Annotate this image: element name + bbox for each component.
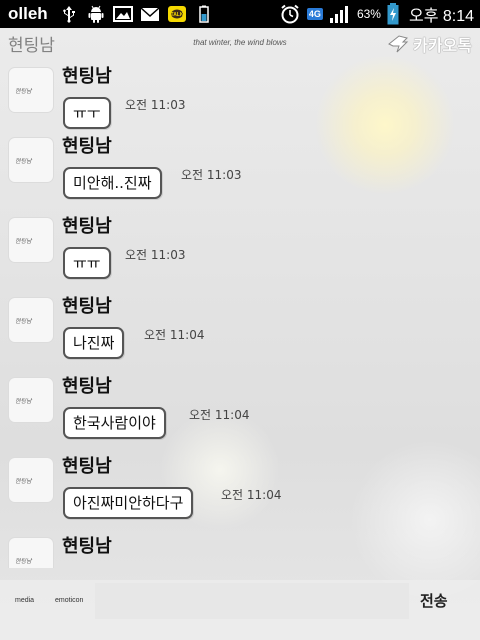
alarm-clock-icon — [281, 4, 299, 24]
avatar-signature: 현팅남 — [15, 398, 32, 405]
message-item: 현팅남 현팅남 나진짜 오전 11:04 — [0, 296, 480, 378]
usb-icon — [63, 6, 75, 23]
avatar[interactable]: 현팅남 — [9, 378, 53, 422]
sender-name: 현팅남 — [62, 296, 112, 317]
message-time: 오전 11:04 — [144, 328, 205, 342]
emoticon-button[interactable]: emoticon — [55, 597, 83, 604]
avatar[interactable]: 현팅남 — [9, 458, 53, 502]
message-item: 현팅남 현팅남 미안해..진짜 오전 11:03 — [0, 136, 480, 218]
message-time: 오전 11:03 — [181, 168, 242, 182]
sender-name: 현팅남 — [62, 216, 112, 237]
avatar[interactable]: 현팅남 — [9, 138, 53, 182]
message-item: 현팅남 현팅남 아진짜미안하다구 오전 11:04 — [0, 456, 480, 538]
sender-name: 현팅남 — [62, 136, 112, 157]
send-button[interactable]: 전송 — [420, 590, 448, 611]
message-time: 오전 11:03 — [125, 248, 186, 262]
message-time: 오전 11:04 — [189, 408, 250, 422]
avatar[interactable]: 현팅남 — [9, 68, 53, 112]
image-icon — [113, 6, 133, 22]
avatar[interactable]: 현팅남 — [9, 538, 53, 568]
media-button[interactable]: media — [15, 597, 34, 604]
sender-name: 현팅남 — [62, 456, 112, 477]
status-bar: olleh TALK 4G 63% 오후 8:14 — [0, 0, 480, 28]
status-bar-right: 4G 63% 오후 8:14 — [279, 0, 474, 28]
avatar-signature: 현팅남 — [15, 558, 32, 565]
avatar[interactable]: 현팅남 — [9, 298, 53, 342]
kakaotalk-icon: TALK — [168, 6, 186, 22]
avatar-signature: 현팅남 — [15, 478, 32, 485]
signal-icon — [329, 6, 348, 23]
battery-icon — [387, 3, 399, 25]
avatar-signature: 현팅남 — [15, 158, 32, 165]
message-bubble[interactable]: 아진짜미안하다구 — [63, 487, 194, 519]
message-input-bar: media emoticon 전송 — [0, 580, 480, 640]
status-clock: 오후 8:14 — [408, 8, 474, 25]
kakaotalk-brand: 카카오톡 — [387, 32, 472, 56]
message-item: 현팅남 현팅남 한국사람이야 오전 11:04 — [0, 376, 480, 458]
message-time: 오전 11:03 — [125, 98, 186, 112]
chat-header: 현팅남 that winter, the wind blows 카카오톡 — [0, 28, 480, 58]
message-list[interactable]: 현팅남 현팅남 ㅠㅜ 오전 11:03 현팅남 현팅남 미안해..진짜 오전 1… — [0, 58, 480, 568]
message-bubble[interactable]: ㅠㅠ — [63, 247, 111, 279]
message-item: 현팅남 현팅남 ㅠㅠ 오전 11:03 — [0, 216, 480, 298]
kakaotalk-logo-icon — [388, 35, 409, 53]
android-icon — [88, 5, 104, 23]
avatar-signature: 현팅남 — [15, 238, 32, 245]
avatar[interactable]: 현팅남 — [9, 218, 53, 262]
battery-percent: 63% — [356, 7, 381, 21]
message-time: 오전 11:04 — [221, 488, 282, 502]
sender-name: 현팅남 — [62, 376, 112, 397]
avatar-signature: 현팅남 — [15, 318, 32, 325]
carrier-label: olleh — [8, 4, 48, 23]
avatar-signature: 현팅남 — [15, 88, 32, 95]
battery-saver-icon — [199, 5, 209, 23]
network-type-badge: 4G — [306, 8, 323, 20]
svg-text:TALK: TALK — [171, 12, 184, 18]
message-bubble[interactable]: 한국사람이야 — [63, 407, 166, 439]
message-bubble[interactable]: ㅠㅜ — [63, 97, 111, 129]
brand-label: 카카오톡 — [413, 36, 472, 55]
message-bubble[interactable]: 나진짜 — [63, 327, 125, 359]
message-bubble[interactable]: 미안해..진짜 — [63, 167, 162, 199]
mail-icon — [140, 7, 160, 21]
sender-name: 현팅남 — [62, 536, 112, 557]
message-item: 현팅남 현팅남 — [0, 536, 480, 568]
message-input[interactable] — [95, 583, 409, 619]
sender-name: 현팅남 — [62, 66, 112, 87]
